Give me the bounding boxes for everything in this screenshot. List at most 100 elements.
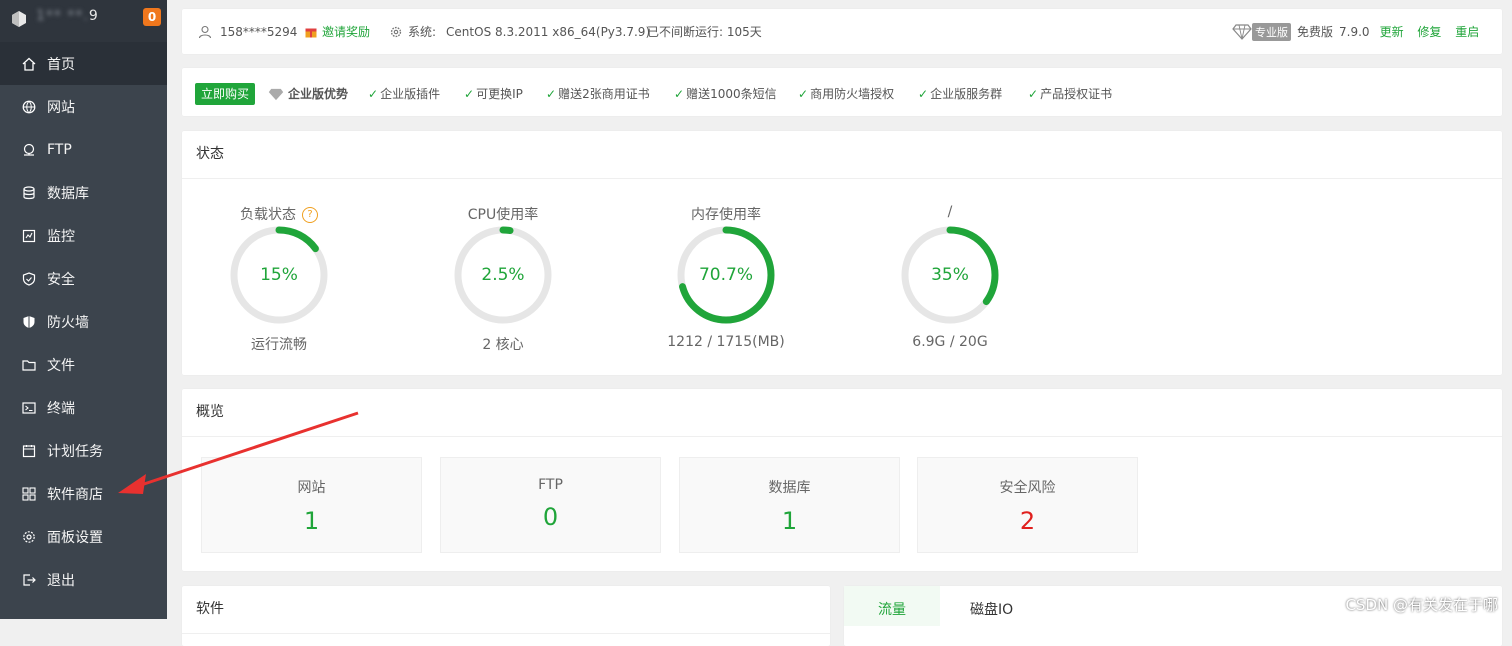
overview-panel: 概览 网站 1 FTP 0 数据库 1 安全风险 2 [182, 389, 1502, 571]
sidebar-item-cron[interactable]: 计划任务 [0, 429, 167, 472]
sidebar-item-monitor[interactable]: 监控 [0, 214, 167, 257]
sidebar-item-terminal[interactable]: 终端 [0, 386, 167, 429]
diamond-icon [1232, 23, 1252, 40]
overview-label: FTP [538, 477, 563, 493]
overview-label: 数据库 [768, 480, 811, 496]
system-info: 系统: CentOS 8.3.2011 x86_64(Py3.7.9) [390, 9, 650, 54]
calendar-icon [22, 444, 36, 458]
sidebar-item-label: 软件商店 [47, 486, 103, 503]
overview-value: 1 [781, 507, 798, 535]
status-panel: 状态 负载状态? 15% 运行流畅 CPU使用率 2.5% 2 核心 内存使用率… [182, 131, 1502, 375]
sidebar-item-label: 防火墙 [47, 314, 89, 331]
software-panel: 软件 [182, 586, 830, 646]
server-ip: 1** **.9 [36, 8, 99, 24]
user-icon [198, 25, 212, 38]
sidebar: 1** **.9 0 首页 网站 FTP 数据库 监控 安全 防火墙 文件 终端… [0, 0, 167, 619]
overview-websites[interactable]: 网站 1 [201, 457, 422, 553]
version-info: 专业版 免费版 7.9.0 更新 修复 重启 [1232, 9, 1479, 54]
overview-ftp[interactable]: FTP 0 [440, 457, 661, 553]
edition-label: 免费版 [1297, 25, 1334, 39]
check-icon: ✓ [918, 87, 929, 101]
user-phone: 158****5294 [220, 24, 298, 39]
sidebar-menu: 首页 网站 FTP 数据库 监控 安全 防火墙 文件 终端 计划任务 软件商店 … [0, 42, 167, 601]
enterprise-feature: ✓ 产品授权证书 [1028, 87, 1113, 101]
gauge-label: 内存使用率 [691, 207, 761, 223]
enterprise-feature: ✓ 企业版服务群 [918, 87, 1003, 101]
terminal-icon [22, 401, 36, 415]
sidebar-item-label: 监控 [47, 228, 75, 245]
restart-link[interactable]: 重启 [1455, 25, 1479, 39]
overview-value: 1 [303, 507, 320, 535]
overview-security-risk[interactable]: 安全风险 2 [917, 457, 1138, 553]
tab-disk-io[interactable]: 磁盘IO [970, 586, 1013, 626]
check-icon: ✓ [798, 87, 809, 101]
enterprise-bar: 立即购买 企业版优势 ✓ 企业版插件 ✓ 可更换IP ✓ 赠送2张商用证书 ✓ 赠送10… [182, 68, 1502, 116]
gauge-value: 2.5% [481, 265, 525, 285]
help-icon[interactable]: ? [302, 207, 318, 223]
pro-tag[interactable]: 专业版 [1252, 22, 1291, 41]
gauge-value: 15% [260, 265, 298, 285]
logout-icon [22, 573, 36, 587]
gauge-sub: 2 核心 [482, 337, 524, 353]
invite-label: 邀请奖励 [322, 25, 371, 39]
repair-link[interactable]: 修复 [1417, 25, 1441, 39]
top-info-bar: 158****5294 邀请奖励 系统: CentOS 8.3.2011 x86… [182, 9, 1502, 54]
gauge-value: 70.7% [698, 265, 753, 285]
system-label: 系统: [408, 25, 437, 39]
sidebar-item-label: 网站 [47, 99, 75, 116]
overview-value: 2 [1019, 507, 1036, 535]
tab-traffic[interactable]: 流量 [844, 586, 940, 626]
gauge-label: CPU使用率 [467, 207, 539, 223]
overview-database[interactable]: 数据库 1 [679, 457, 900, 553]
grid-icon [22, 486, 36, 501]
user-account[interactable]: 158****5294 [198, 9, 297, 54]
server-logo-icon [12, 11, 26, 27]
globe-icon [22, 100, 36, 114]
update-link[interactable]: 更新 [1380, 25, 1404, 39]
sidebar-item-home[interactable]: 首页 [0, 42, 167, 85]
sidebar-header: 1** **.9 0 [0, 0, 167, 42]
enterprise-title: 企业版优势 [268, 83, 348, 105]
invite-reward-link[interactable]: 邀请奖励 [305, 9, 370, 54]
enterprise-feature: ✓ 赠送2张商用证书 [546, 87, 650, 101]
shield-icon [22, 271, 36, 286]
sidebar-item-logout[interactable]: 退出 [0, 558, 167, 601]
sidebar-item-label: 终端 [47, 400, 75, 417]
gift-icon [305, 28, 317, 38]
folder-icon [22, 358, 36, 372]
check-icon: ✓ [368, 87, 379, 101]
gauge-sub: 6.9G / 20G [912, 334, 988, 350]
monitor-icon [22, 229, 36, 243]
enterprise-feature: ✓ 企业版插件 [368, 87, 441, 101]
sidebar-item-files[interactable]: 文件 [0, 343, 167, 386]
home-icon [22, 57, 36, 71]
enterprise-feature: ✓ 商用防火墙授权 [798, 87, 895, 101]
message-badge[interactable]: 0 [143, 8, 161, 26]
sidebar-item-website[interactable]: 网站 [0, 85, 167, 128]
sidebar-item-label: 文件 [47, 357, 75, 374]
sidebar-item-app-store[interactable]: 软件商店 [0, 472, 167, 515]
watermark: CSDN @有关发在于哪 [1345, 596, 1498, 614]
software-title: 软件 [182, 586, 830, 634]
status-title: 状态 [182, 131, 1502, 179]
sidebar-item-firewall[interactable]: 防火墙 [0, 300, 167, 343]
sidebar-item-database[interactable]: 数据库 [0, 171, 167, 214]
diamond-icon [268, 88, 284, 100]
overview-label: 网站 [297, 480, 326, 496]
sidebar-item-ftp[interactable]: FTP [0, 128, 167, 171]
gauge-label: 负载状态 [240, 207, 296, 223]
sidebar-item-panel-settings[interactable]: 面板设置 [0, 515, 167, 558]
buy-now-button[interactable]: 立即购买 [195, 83, 256, 105]
version-number: 7.9.0 [1339, 24, 1370, 39]
gear-icon [390, 26, 402, 37]
gauge-sub: 运行流畅 [251, 337, 307, 353]
sidebar-item-label: 退出 [47, 572, 75, 589]
uptime: 已不间断运行: 105天 [647, 25, 762, 39]
check-icon: ✓ [1028, 87, 1039, 101]
sidebar-item-label: 计划任务 [47, 443, 103, 460]
gauge-sub: 1212 / 1715(MB) [667, 334, 785, 350]
ftp-icon [22, 143, 36, 157]
enterprise-feature: ✓ 赠送1000条短信 [674, 87, 777, 101]
sidebar-item-label: 安全 [47, 271, 75, 288]
sidebar-item-security[interactable]: 安全 [0, 257, 167, 300]
